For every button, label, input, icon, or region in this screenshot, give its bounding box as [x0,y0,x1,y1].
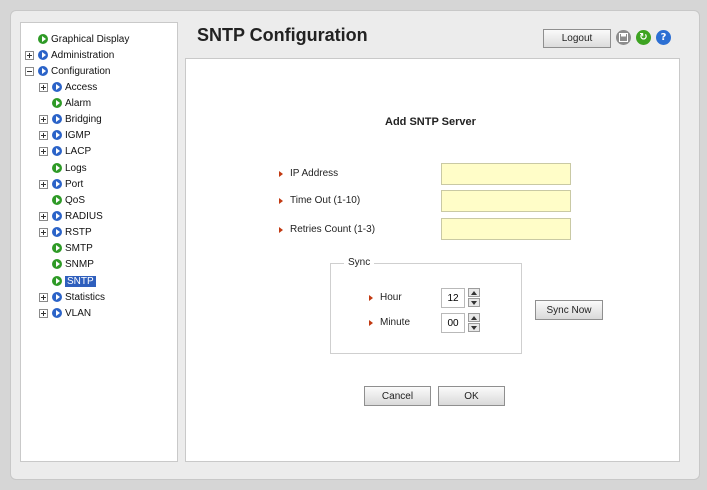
sidebar-item-label: QoS [65,194,86,206]
sidebar-item-administration[interactable]: Administration [25,48,114,62]
help-icon[interactable]: ? [656,30,671,45]
sidebar-item-igmp[interactable]: IGMP [39,128,91,142]
play-icon [52,114,62,124]
sidebar-item-label: LACP [65,145,92,157]
play-icon [52,98,62,108]
sidebar-item-lacp[interactable]: LACP [39,144,91,158]
play-icon [38,66,48,76]
sidebar-item-smtp[interactable]: SMTP [39,241,93,255]
sidebar-item-label: SNTP [65,275,96,287]
hour-stepper[interactable] [441,288,465,308]
expand-plus-icon[interactable] [39,114,48,124]
expand-plus-icon[interactable] [39,179,48,189]
expand-plus-icon[interactable] [39,130,48,140]
sidebar-item-label: Bridging [65,113,102,125]
play-icon [52,227,62,237]
play-icon [52,146,62,156]
expand-plus-icon[interactable] [39,227,48,237]
play-icon [38,50,48,60]
hour-label: Hour [369,292,402,303]
ok-button[interactable]: OK [438,386,505,406]
sidebar-item-bridging[interactable]: Bridging [39,112,102,126]
minute-stepper[interactable] [441,313,465,333]
play-icon [38,34,48,44]
refresh-icon[interactable]: ↻ [636,30,651,45]
ip-address-input[interactable] [441,163,571,185]
sidebar-item-label: Logs [65,162,87,174]
sidebar-item-label: Alarm [65,97,92,109]
sync-legend: Sync [344,257,375,268]
sidebar-item-label: Port [65,178,84,190]
play-icon [52,195,62,205]
sidebar-item-sntp[interactable]: SNTP [39,274,96,288]
expand-plus-icon[interactable] [39,308,48,318]
sidebar-item-rstp[interactable]: RSTP [39,225,92,239]
play-icon [52,243,62,253]
play-icon [52,276,62,286]
sync-now-button[interactable]: Sync Now [535,300,603,320]
sidebar-item-label: RADIUS [65,210,103,222]
sidebar-item-alarm[interactable]: Alarm [39,96,91,110]
sidebar-item-label: IGMP [65,129,91,141]
sidebar-tree: Graphical Display Administration Configu… [20,22,178,462]
sidebar-item-snmp[interactable]: SNMP [39,257,94,271]
sidebar-item-label: Administration [51,49,115,61]
collapse-minus-icon[interactable] [25,66,34,76]
sidebar-item-label: Configuration [51,65,111,77]
sidebar-item-access[interactable]: Access [39,80,97,94]
sidebar-item-vlan[interactable]: VLAN [39,306,91,320]
hour-up-arrow-icon[interactable] [468,288,480,297]
sidebar-item-label: RSTP [65,226,92,238]
sidebar-item-label: SNMP [65,258,94,270]
timeout-label: Time Out (1-10) [279,195,360,206]
play-icon [52,308,62,318]
expand-plus-icon[interactable] [25,50,34,60]
play-icon [52,179,62,189]
floppy-icon [619,33,628,42]
sidebar-item-statistics[interactable]: Statistics [39,290,105,304]
sidebar-item-port[interactable]: Port [39,177,83,191]
section-title: Add SNTP Server [385,116,476,128]
sync-group [330,263,522,354]
minute-up-arrow-icon[interactable] [468,313,480,322]
sidebar-item-label: VLAN [65,307,92,319]
play-icon [52,130,62,140]
expand-plus-icon[interactable] [39,146,48,156]
logout-button[interactable]: Logout [543,29,611,48]
retries-count-label: Retries Count (1-3) [279,224,375,235]
page-title: SNTP Configuration [197,25,368,45]
cancel-button[interactable]: Cancel [364,386,431,406]
sidebar-item-logs[interactable]: Logs [39,161,87,175]
retries-count-input[interactable] [441,218,571,240]
sidebar-item-radius[interactable]: RADIUS [39,209,103,223]
play-icon [52,259,62,269]
sidebar-item-configuration[interactable]: Configuration [25,64,110,78]
minute-label: Minute [369,317,410,328]
play-icon [52,82,62,92]
sidebar-item-qos[interactable]: QoS [39,193,85,207]
sidebar-item-label: Statistics [65,291,106,303]
expand-plus-icon[interactable] [39,292,48,302]
play-icon [52,211,62,221]
timeout-input[interactable] [441,190,571,212]
sidebar-item-label: Access [65,81,98,93]
expand-plus-icon[interactable] [39,82,48,92]
save-icon[interactable] [616,30,631,45]
ip-address-label: IP Address [279,168,338,179]
sidebar-item-graphical-display[interactable]: Graphical Display [25,32,129,46]
hour-down-arrow-icon[interactable] [468,298,480,307]
minute-down-arrow-icon[interactable] [468,323,480,332]
play-icon [52,163,62,173]
sidebar-item-label: Graphical Display [51,33,130,45]
expand-plus-icon[interactable] [39,211,48,221]
sidebar-item-label: SMTP [65,242,93,254]
play-icon [52,292,62,302]
